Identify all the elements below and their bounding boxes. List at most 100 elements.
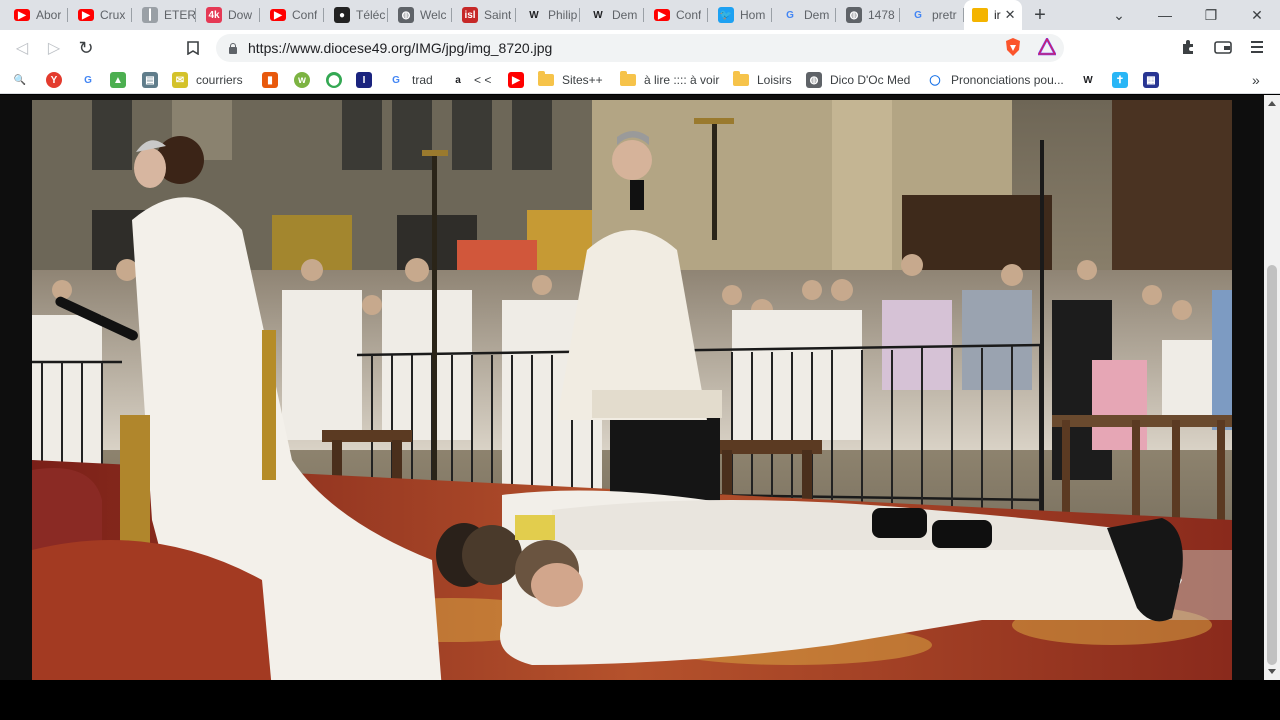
yandex-icon: Y [46, 72, 62, 88]
tab-11[interactable]: 🐦 Hom [708, 0, 772, 30]
tab-9[interactable]: W Dem [580, 0, 644, 30]
folder-icon [733, 71, 749, 86]
google-icon: G [392, 74, 400, 86]
brave-shield-icon[interactable] [1004, 38, 1022, 56]
google-icon: G [786, 9, 794, 21]
bookmark-6[interactable]: ▮ [262, 72, 286, 88]
scroll-down-arrow-icon[interactable] [1268, 669, 1276, 674]
tab-10[interactable]: ▶ Conf [644, 0, 708, 30]
wallet-icon[interactable] [1214, 38, 1232, 56]
bookmark-4[interactable]: ▤ [142, 72, 166, 88]
tab-title: Conf [292, 8, 318, 22]
bookmark-3[interactable]: ▲ [110, 72, 134, 88]
tab-6[interactable]: ◍ Welc [388, 0, 452, 30]
displayed-image[interactable] [32, 100, 1232, 680]
search-zoom-icon: 🔍 [13, 74, 27, 86]
bookmark-1[interactable]: Y [46, 72, 70, 88]
tab-search-chevron-icon[interactable]: ⌄ [1096, 0, 1142, 30]
analytics-icon: ▲ [110, 72, 126, 88]
twitter-icon: 🐦 [718, 7, 734, 23]
tab-title: 1478 [868, 8, 895, 22]
bookmark-11[interactable]: a < < [450, 72, 491, 88]
extensions-icon[interactable] [1180, 38, 1198, 56]
bookmark-8[interactable]: ⬤ [326, 72, 350, 88]
tab-title: pretr [932, 8, 957, 22]
bookmark-9[interactable]: I [356, 72, 380, 88]
tab-1[interactable]: ▶ Crux [68, 0, 132, 30]
address-bar[interactable]: https://www.diocese49.org/IMG/jpg/img_87… [216, 34, 1064, 62]
tab-active[interactable]: ir ✕ [964, 0, 1022, 30]
reload-button[interactable]: ↻ [70, 30, 102, 66]
bookmark-2[interactable]: G [80, 72, 104, 88]
bookmark-17[interactable]: ◯ Prononciations pou... [927, 72, 1064, 88]
menu-icon[interactable] [1248, 38, 1266, 56]
maps-icon: ⬤ [326, 72, 342, 88]
vertical-scrollbar[interactable] [1264, 95, 1280, 680]
tab-3[interactable]: 4k Dow [196, 0, 260, 30]
tab-7[interactable]: isl Saint [452, 0, 516, 30]
page-viewport [0, 95, 1264, 680]
office-icon: ▮ [262, 72, 278, 88]
bookmark-icon [187, 41, 199, 55]
bookmark-label: Loisirs [757, 73, 792, 87]
tab-strip: ▶ Abor ▶ Crux ┃ ETER 4k Dow ▶ Conf ● Téléc ◍ Welc isl S… [0, 0, 1280, 30]
close-window-button[interactable]: ✕ [1234, 0, 1280, 30]
tab-13[interactable]: ◍ 1478 [836, 0, 900, 30]
globe-icon: ◍ [846, 7, 862, 23]
wiktionary-icon: w [294, 72, 310, 88]
tab-title: Conf [676, 8, 702, 22]
bookmark-label: Prononciations pou... [951, 73, 1064, 87]
scrollbar-thumb[interactable] [1267, 265, 1277, 665]
url-text: https://www.diocese49.org/IMG/jpg/img_87… [248, 40, 553, 56]
folder-icon [620, 71, 636, 86]
tab-8[interactable]: W Philip [516, 0, 580, 30]
bookmark-19[interactable]: ✝ [1112, 72, 1136, 88]
tab-4[interactable]: ▶ Conf [260, 0, 324, 30]
bookmark-12[interactable]: ▶ [508, 72, 532, 88]
brave-rewards-icon[interactable] [1038, 38, 1056, 56]
restore-button[interactable]: ❐ [1188, 0, 1234, 30]
close-tab-icon[interactable]: ✕ [1005, 7, 1016, 23]
bookmark-10[interactable]: Gtrad [388, 72, 433, 88]
new-tab-button[interactable]: + [1022, 0, 1058, 30]
tab-title: Welc [420, 8, 447, 22]
bookmark-18[interactable]: W [1080, 72, 1104, 88]
tab-title: Crux [100, 8, 126, 22]
bookmark-label: Dico D'Oc Med [830, 73, 911, 87]
minimize-button[interactable]: — [1142, 0, 1188, 30]
bookmark-20[interactable]: ▦ [1143, 72, 1167, 88]
document-icon: ▤ [142, 72, 158, 88]
bookmark-label: courriers [196, 73, 243, 87]
globe-icon: ◍ [806, 72, 822, 88]
cross-icon: ✝ [1112, 72, 1128, 88]
bookmark-13[interactable]: Sites++ [538, 71, 603, 88]
bookmark-15[interactable]: Loisirs [733, 71, 792, 88]
bookmark-14[interactable]: à lire :::: à voir [620, 71, 719, 88]
youtube-icon: ▶ [14, 9, 30, 21]
ordination-photo [32, 100, 1232, 680]
youtube-icon: ▶ [270, 9, 286, 21]
bookmark-5[interactable]: ✉ courriers [172, 72, 243, 88]
bookmark-7[interactable]: w [294, 72, 318, 88]
tab-title: Abor [36, 8, 62, 22]
4k-icon: 4k [206, 7, 222, 23]
scroll-up-arrow-icon[interactable] [1268, 101, 1276, 106]
bookmarks-overflow-button[interactable]: » [1252, 72, 1260, 88]
bookmark-16[interactable]: ◍ Dico D'Oc Med [806, 72, 910, 88]
tab-0[interactable]: ▶ Abor [4, 0, 68, 30]
browser-toolbar: ◁ ▷ ↻ https://www.diocese49.org/IMG/jpg/… [0, 30, 1280, 66]
isl-icon: isl [462, 7, 478, 23]
back-button[interactable]: ◁ [6, 30, 38, 66]
tab-title: Philip [548, 8, 578, 22]
folder-icon [538, 71, 554, 86]
tab-2[interactable]: ┃ ETER [132, 0, 196, 30]
bookmark-0[interactable]: 🔍 [12, 72, 36, 88]
tab-5[interactable]: ● Téléc [324, 0, 388, 30]
bookmark-page-button[interactable] [177, 30, 209, 66]
wikipedia-icon: W [529, 9, 539, 21]
forward-button[interactable]: ▷ [38, 30, 70, 66]
tab-12[interactable]: G Dem [772, 0, 836, 30]
google-icon: G [84, 74, 92, 86]
tab-14[interactable]: Gpretr [900, 0, 964, 30]
bookmark-label: Sites++ [562, 73, 603, 87]
